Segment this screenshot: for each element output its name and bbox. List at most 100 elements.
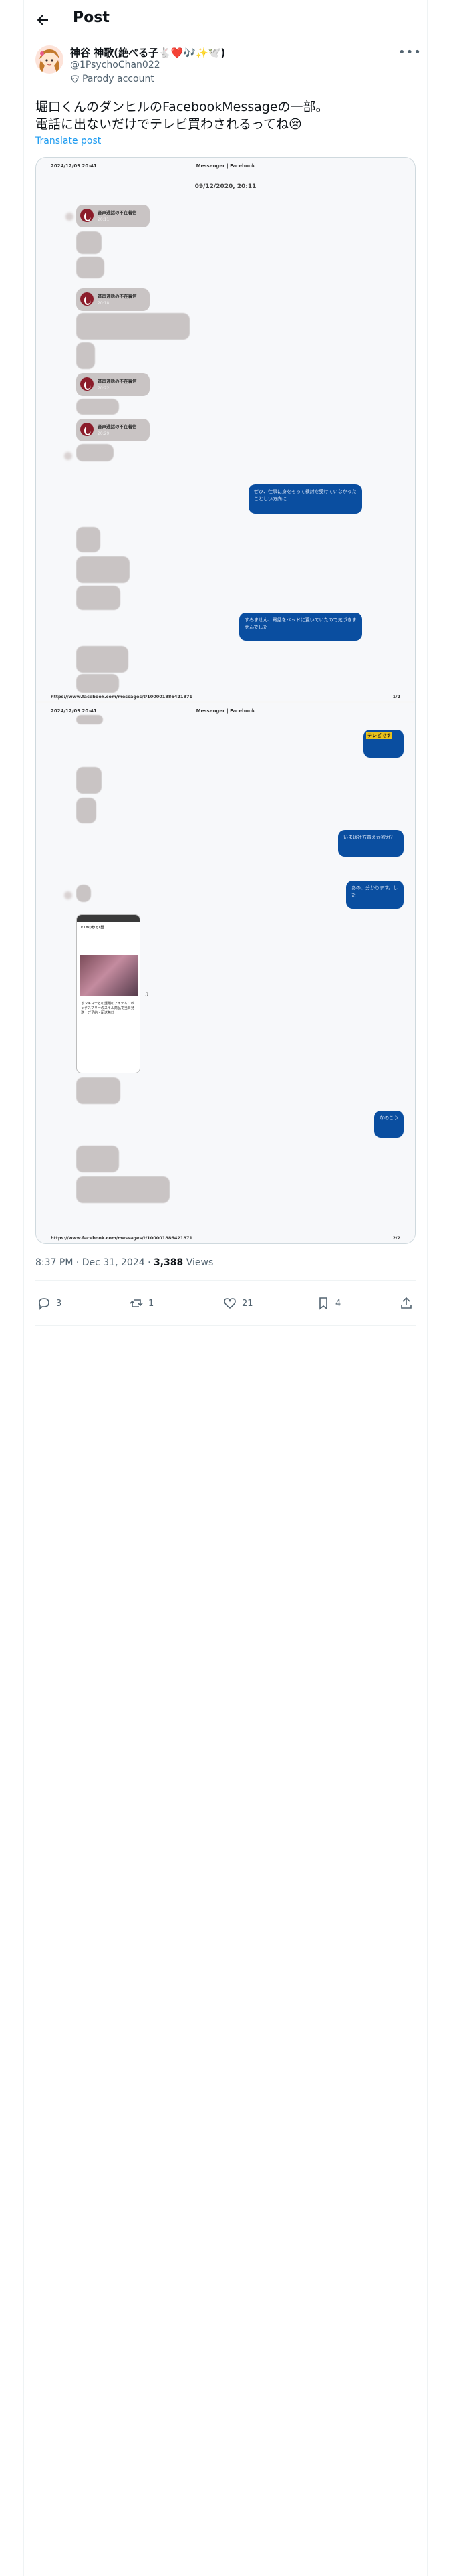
page2-header-title: Messenger | Facebook (196, 708, 255, 714)
phone-icon (80, 423, 94, 436)
tweet-line-1: 堀口くんのダンヒルのFacebookMessageの一部。 (35, 100, 329, 114)
left-border (0, 0, 24, 2576)
missed-call-bubble: 音声通話の不在着信 20:22 (76, 373, 150, 396)
top-bar: Post (25, 0, 426, 39)
post-meta: 8:37 PM · Dec 31, 2024 · 3,388 Views (35, 1257, 213, 1268)
more-options-button[interactable]: ••• (398, 45, 421, 60)
missed-call-label: 音声通話の不在着信 (98, 294, 137, 299)
phone-icon (80, 377, 94, 391)
page1-header-date: 2024/12/09 20:41 (51, 163, 97, 169)
outgoing-message: すみません、電話をベッドに置いていたので気づきませんでした (239, 613, 362, 641)
page2-page-number: 2/2 (392, 1235, 400, 1241)
back-arrow-icon (37, 15, 48, 25)
outgoing-message: なのこう (374, 1111, 404, 1138)
phone-icon (80, 209, 94, 222)
page2-footer-url: https://www.facebook.com/messages/t/1000… (51, 1235, 193, 1241)
page1-header-title: Messenger | Facebook (196, 163, 255, 169)
bookmark-button[interactable]: 4 (316, 1293, 341, 1313)
incoming-message (76, 798, 96, 823)
repost-count: 1 (148, 1298, 154, 1309)
author-handle[interactable]: @1PsychoChan022 (70, 60, 160, 70)
author-name[interactable]: 神谷 神歌(絶ぺる子🐇❤️🎶✨🕊️) (70, 45, 225, 60)
post-timestamp[interactable]: 8:37 PM · Dec 31, 2024 · (35, 1257, 154, 1268)
repost-button[interactable]: 1 (129, 1293, 154, 1313)
conversation-date: 09/12/2020, 20:11 (194, 183, 257, 190)
action-bar: 3 1 21 4 (35, 1287, 416, 1320)
reply-button[interactable]: 3 (37, 1293, 61, 1313)
outgoing-message: あの、分かります。した (346, 881, 404, 909)
incoming-message (76, 1146, 119, 1172)
tweet-text: 堀口くんのダンヒルのFacebookMessageの一部。 電話に出ないだけでテ… (35, 98, 416, 133)
contact-avatar (64, 891, 72, 899)
translate-link[interactable]: Translate post (35, 136, 101, 146)
incoming-message (76, 527, 100, 552)
divider (35, 1280, 416, 1281)
contact-avatar (65, 213, 73, 221)
back-button[interactable] (33, 10, 53, 30)
page2-header: 2024/12/09 20:41 Messenger | Facebook (51, 708, 400, 714)
incoming-message (76, 646, 128, 673)
parody-label-text: Parody account (82, 74, 154, 84)
phone-icon (80, 292, 94, 306)
bookmark-icon (319, 1297, 327, 1310)
contact-avatar (64, 452, 72, 460)
outgoing-message: いまは社方買えか欲ガ？ (338, 830, 404, 857)
missed-call-time: 20:29 (98, 431, 110, 436)
incoming-message (76, 399, 119, 415)
share-icon: ⇩ (144, 992, 149, 998)
shared-link-title: ETHのかで1型 (81, 926, 104, 930)
missed-call-time: 20:11 (98, 217, 110, 222)
incoming-message (76, 257, 104, 278)
reply-icon (39, 1298, 49, 1310)
missed-call-time: 20:22 (98, 386, 110, 391)
page-title: Post (73, 9, 110, 26)
incoming-message (76, 715, 103, 724)
incoming-message (76, 342, 95, 369)
incoming-message (76, 444, 114, 461)
incoming-message (76, 586, 120, 610)
heart-icon (224, 1298, 236, 1309)
views-label: Views (183, 1257, 214, 1268)
missed-call-label: 音声通話の不在着信 (98, 424, 137, 429)
avatar-image (35, 45, 63, 74)
share-button[interactable] (399, 1293, 414, 1313)
tv-highlight-text: テレビです (366, 732, 392, 739)
repost-icon (130, 1299, 143, 1307)
outgoing-message-highlighted: テレビです (363, 730, 404, 758)
shared-link-description: オンキヨーとの話題のアイテム：ボックスフリーのスキル商品で当日発送・ご予約・配送… (81, 1002, 134, 1015)
incoming-message (76, 674, 119, 693)
incoming-message (76, 885, 91, 902)
shared-link-card: ETHのかで1型 オンキヨーとの話題のアイテム：ボックスフリーのスキル商品で当日… (76, 914, 140, 1073)
missed-call-bubble: 音声通話の不在着信 20:29 (76, 419, 150, 441)
page1-header: 2024/12/09 20:41 Messenger | Facebook (51, 163, 400, 169)
missed-call-time: 20:18 (98, 301, 110, 306)
page1-page-number: 1/2 (392, 694, 400, 700)
screenshot-page-1: 2024/12/09 20:41 Messenger | Facebook 09… (36, 158, 415, 701)
page1-footer: https://www.facebook.com/messages/t/1000… (51, 694, 400, 700)
attached-image[interactable]: 2024/12/09 20:41 Messenger | Facebook 09… (35, 157, 416, 1244)
missed-call-label: 音声通話の不在着信 (98, 379, 137, 384)
more-dots-icon: ••• (398, 45, 422, 60)
like-button[interactable]: 21 (222, 1293, 253, 1313)
like-count: 21 (242, 1298, 253, 1309)
incoming-message (76, 231, 102, 254)
screenshot-page-2: 2024/12/09 20:41 Messenger | Facebook テレ… (36, 703, 415, 1243)
share-upload-icon (401, 1297, 412, 1309)
incoming-message (76, 1176, 170, 1203)
incoming-message (76, 1077, 120, 1104)
views-count: 3,388 (154, 1257, 184, 1268)
parody-label: Parody account (70, 74, 154, 84)
post-column: Post 神谷 神歌(絶ぺる子🐇❤️🎶✨🕊️) @1PsychoChan022 … (25, 0, 426, 2576)
shared-link-image (80, 955, 138, 996)
outgoing-message: ぜひ、仕事に身をもって検討を受けていなかったことしい方向に (249, 484, 362, 514)
missed-call-bubble: 音声通話の不在着信 20:18 (76, 288, 150, 311)
missed-call-label: 音声通話の不在着信 (98, 210, 137, 215)
parody-mask-icon (71, 75, 79, 83)
incoming-message (76, 767, 102, 794)
page2-footer: https://www.facebook.com/messages/t/1000… (51, 1235, 400, 1241)
bookmark-count: 4 (335, 1298, 341, 1309)
page1-footer-url: https://www.facebook.com/messages/t/1000… (51, 694, 193, 700)
incoming-message (76, 556, 130, 583)
avatar[interactable] (35, 45, 63, 74)
page2-header-date: 2024/12/09 20:41 (51, 708, 97, 714)
